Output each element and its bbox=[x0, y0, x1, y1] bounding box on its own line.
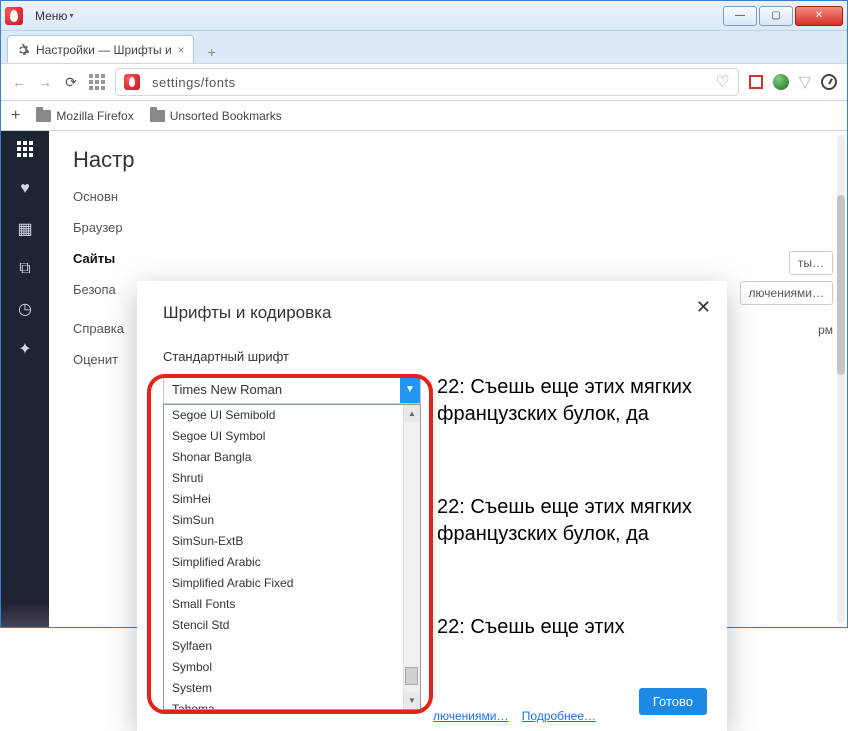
menu-label: Меню bbox=[35, 9, 67, 23]
opera-icon bbox=[124, 74, 140, 90]
settings-side-menu: Основн Браузер Сайты Безопа Справка Оцен… bbox=[73, 189, 124, 367]
font-option[interactable]: Symbol bbox=[164, 657, 420, 678]
font-option[interactable]: Stencil Std bbox=[164, 615, 420, 636]
more-link[interactable]: Подробнее… bbox=[522, 709, 596, 723]
tabs-icon[interactable]: ⧉ bbox=[15, 259, 35, 279]
page-body: ♥ ▦ ⧉ ◷ ✦ Настр Основн Браузер Сайты Без… bbox=[1, 131, 847, 627]
content-scrollbar[interactable] bbox=[837, 135, 845, 623]
window-controls: — ▢ ✕ bbox=[723, 6, 843, 26]
fonts-modal: ✕ Шрифты и кодировка Стандартный шрифт T… bbox=[137, 281, 727, 731]
page-title: Настр bbox=[73, 147, 847, 173]
bookmark-folder-firefox[interactable]: Mozilla Firefox bbox=[36, 109, 133, 123]
apps-button[interactable] bbox=[89, 74, 105, 90]
scrollbar-thumb[interactable] bbox=[405, 667, 418, 685]
tab-title: Настройки — Шрифты и bbox=[36, 43, 172, 57]
shield-icon[interactable]: ▽ bbox=[799, 72, 811, 92]
font-option[interactable]: SimHei bbox=[164, 489, 420, 510]
bookmarks-toolbar: + Mozilla Firefox Unsorted Bookmarks bbox=[1, 101, 847, 131]
font-option[interactable]: Segoe UI Semibold bbox=[164, 405, 420, 426]
font-option[interactable]: SimSun-ExtB bbox=[164, 531, 420, 552]
modal-title: Шрифты и кодировка bbox=[137, 303, 727, 323]
folder-icon bbox=[150, 110, 165, 122]
new-tab-button[interactable]: + bbox=[200, 41, 224, 63]
font-dropdown-list[interactable]: Segoe UI SemiboldSegoe UI SymbolShonar B… bbox=[163, 404, 421, 710]
forward-button[interactable]: → bbox=[37, 74, 53, 90]
toolbar-right: ▽ bbox=[749, 72, 837, 92]
modal-footer-links: лючениями… Подробнее… bbox=[433, 709, 596, 723]
sidebar-rail: ♥ ▦ ⧉ ◷ ✦ bbox=[1, 131, 49, 627]
wallpaper-thumbnail bbox=[1, 567, 49, 627]
done-button[interactable]: Готово bbox=[639, 688, 707, 715]
modal-close-button[interactable]: ✕ bbox=[696, 297, 711, 318]
scroll-up-icon[interactable]: ▲ bbox=[404, 405, 420, 422]
tab-settings[interactable]: Настройки — Шрифты и × bbox=[7, 35, 194, 63]
fragment-button-2[interactable]: лючениями… bbox=[740, 281, 833, 305]
menu-sites[interactable]: Сайты bbox=[73, 251, 124, 266]
opera-menu-button[interactable]: Меню ▾ bbox=[27, 7, 81, 25]
folder-label: Mozilla Firefox bbox=[56, 109, 133, 123]
extension-icon-1[interactable] bbox=[749, 75, 763, 89]
exceptions-link[interactable]: лючениями… bbox=[433, 709, 508, 723]
scroll-down-icon[interactable]: ▼ bbox=[404, 692, 420, 709]
speed-dial-icon[interactable] bbox=[15, 139, 35, 159]
menu-security[interactable]: Безопа bbox=[73, 282, 124, 297]
gear-icon bbox=[16, 43, 30, 57]
url-text: settings/fonts bbox=[152, 75, 236, 90]
maximize-button[interactable]: ▢ bbox=[759, 6, 793, 26]
address-bar: ← → ⟳ settings/fonts ♡ ▽ bbox=[1, 63, 847, 101]
fragment-text-1: рм bbox=[818, 323, 833, 337]
chevron-down-icon: ▼ bbox=[400, 375, 420, 403]
add-bookmark-button[interactable]: + bbox=[11, 107, 20, 125]
news-icon[interactable]: ▦ bbox=[15, 219, 35, 239]
font-option[interactable]: Small Fonts bbox=[164, 594, 420, 615]
preview-block-1: 22: Съешь еще этих мягких французских бу… bbox=[437, 374, 707, 428]
dropdown-scrollbar[interactable]: ▲ ▼ bbox=[403, 405, 420, 709]
close-button[interactable]: ✕ bbox=[795, 6, 843, 26]
font-option[interactable]: Simplified Arabic bbox=[164, 552, 420, 573]
window-titlebar: Меню ▾ — ▢ ✕ bbox=[1, 1, 847, 31]
font-option[interactable]: Shonar Bangla bbox=[164, 447, 420, 468]
folder-label: Unsorted Bookmarks bbox=[170, 109, 282, 123]
modal-body: Times New Roman ▼ Segoe UI SemiboldSegoe… bbox=[137, 374, 727, 652]
menu-browser[interactable]: Браузер bbox=[73, 220, 124, 235]
vpn-globe-icon[interactable] bbox=[773, 74, 789, 90]
font-select-value: Times New Roman bbox=[172, 382, 282, 397]
folder-icon bbox=[36, 110, 51, 122]
chevron-down-icon: ▾ bbox=[69, 11, 73, 20]
opera-logo-icon bbox=[5, 7, 23, 25]
font-option[interactable]: Shruti bbox=[164, 468, 420, 489]
history-icon[interactable]: ◷ bbox=[15, 299, 35, 319]
fragment-button-1[interactable]: ты… bbox=[789, 251, 833, 275]
data-savings-icon[interactable] bbox=[821, 74, 837, 90]
bookmarks-heart-icon[interactable]: ♥ bbox=[15, 179, 35, 199]
menu-help[interactable]: Справка bbox=[73, 321, 124, 336]
font-option[interactable]: Tahoma bbox=[164, 699, 420, 710]
bookmark-folder-unsorted[interactable]: Unsorted Bookmarks bbox=[150, 109, 282, 123]
back-button[interactable]: ← bbox=[11, 74, 27, 90]
bookmark-heart-icon[interactable]: ♡ bbox=[715, 72, 729, 92]
font-select[interactable]: Times New Roman ▼ bbox=[163, 374, 421, 404]
menu-rate[interactable]: Оценит bbox=[73, 352, 124, 367]
minimize-button[interactable]: — bbox=[723, 6, 757, 26]
font-option[interactable]: Segoe UI Symbol bbox=[164, 426, 420, 447]
reload-button[interactable]: ⟳ bbox=[63, 74, 79, 90]
font-option[interactable]: Sylfaen bbox=[164, 636, 420, 657]
font-option[interactable]: System bbox=[164, 678, 420, 699]
font-option[interactable]: SimSun bbox=[164, 510, 420, 531]
extensions-icon[interactable]: ✦ bbox=[15, 339, 35, 359]
tab-close-icon[interactable]: × bbox=[178, 43, 185, 57]
scrollbar-thumb[interactable] bbox=[837, 195, 845, 375]
font-option[interactable]: Simplified Arabic Fixed bbox=[164, 573, 420, 594]
menu-basic[interactable]: Основн bbox=[73, 189, 124, 204]
font-preview-area: 22: Съешь еще этих мягких французских бу… bbox=[437, 374, 707, 707]
address-field[interactable]: settings/fonts ♡ bbox=[115, 68, 739, 96]
preview-block-2: 22: Съешь еще этих мягких французских бу… bbox=[437, 494, 707, 548]
section-standard-font: Стандартный шрифт bbox=[137, 349, 727, 364]
tab-bar: Настройки — Шрифты и × + bbox=[1, 31, 847, 63]
